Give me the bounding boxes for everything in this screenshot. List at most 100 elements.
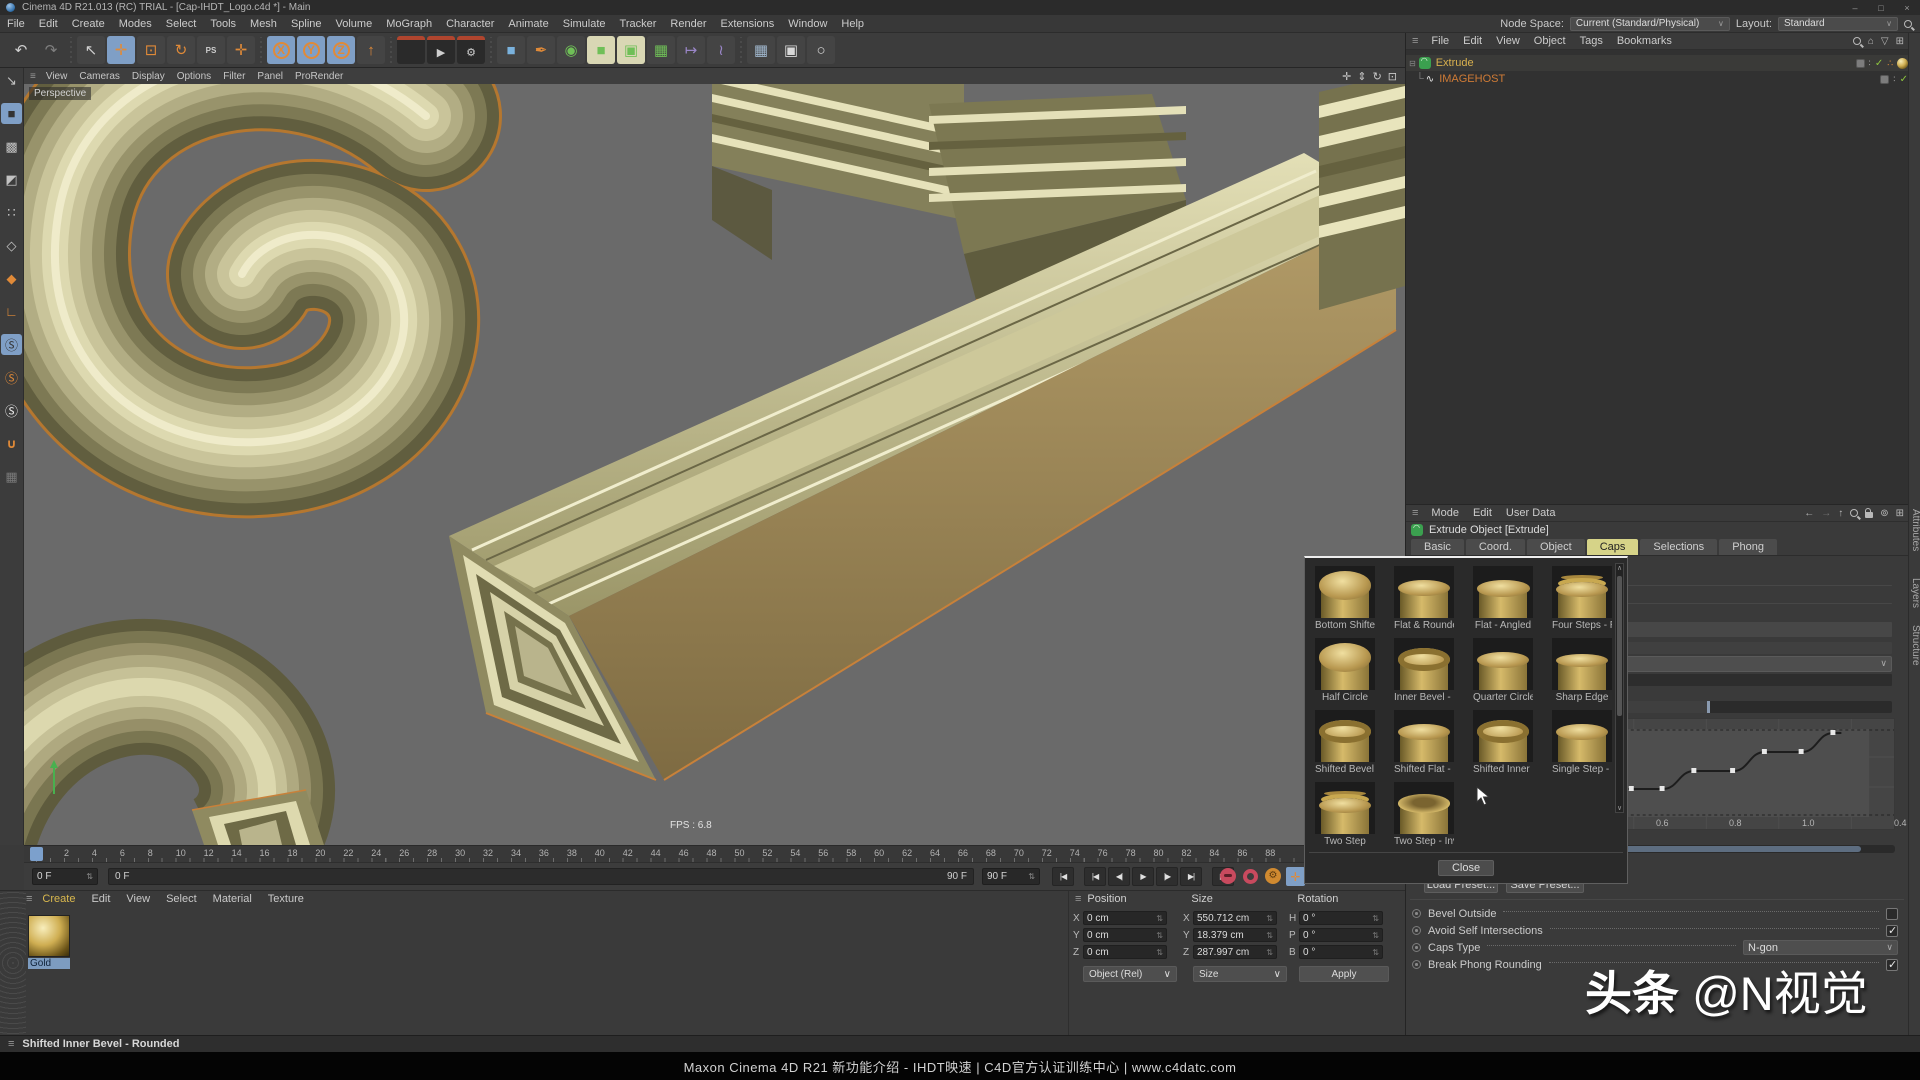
- spinner-arrows-icon[interactable]: ⇅: [1266, 948, 1273, 957]
- preset-tile[interactable]: Four Steps - R...: [1552, 566, 1612, 631]
- snap-dynamic-tool[interactable]: Ⓢ: [1, 400, 22, 421]
- spline-pen-button[interactable]: ✒: [527, 36, 555, 64]
- preset-thumbnail[interactable]: [1473, 566, 1533, 618]
- rotation-input[interactable]: 0 °⇅: [1299, 928, 1383, 942]
- edges-mode-tool[interactable]: ◇: [1, 235, 22, 256]
- object-name[interactable]: IMAGEHOST: [1439, 73, 1505, 85]
- parameter-checkbox[interactable]: [1886, 908, 1898, 920]
- live-selection-tool[interactable]: ↖: [77, 36, 105, 64]
- expand-icon[interactable]: ⊟: [1406, 59, 1419, 68]
- subdivision-surface-button[interactable]: ◉: [557, 36, 585, 64]
- viewport-menu-item[interactable]: Cameras: [73, 71, 126, 82]
- play-button[interactable]: ▶: [1132, 867, 1154, 886]
- enable-dots[interactable]: ∶: [1893, 74, 1895, 85]
- menu-item[interactable]: Edit: [32, 18, 65, 30]
- viewport-menu-item[interactable]: View: [40, 71, 74, 82]
- preset-thumbnail[interactable]: [1315, 638, 1375, 690]
- attribute-manager-menu-item[interactable]: User Data: [1499, 507, 1563, 519]
- menu-item[interactable]: Select: [159, 18, 204, 30]
- back-icon[interactable]: ←: [1804, 508, 1814, 519]
- target-icon[interactable]: ⊚: [1880, 508, 1888, 519]
- spinner-arrows-icon[interactable]: ⇅: [1372, 914, 1379, 923]
- next-frame-button[interactable]: |▶: [1156, 867, 1178, 886]
- paint-tool[interactable]: ▦: [1, 466, 22, 487]
- end-frame-spinner[interactable]: 90 F⇅: [982, 868, 1040, 885]
- preset-tile[interactable]: Sharp Edge: [1552, 638, 1612, 703]
- preset-thumbnail[interactable]: [1315, 566, 1375, 618]
- position-input[interactable]: 0 cm⇅: [1083, 911, 1167, 925]
- viewport-menu-item[interactable]: Filter: [217, 71, 251, 82]
- snap-3d-tool[interactable]: Ⓢ: [1, 367, 22, 388]
- axis-mode-tool[interactable]: ∟: [1, 301, 22, 322]
- viewport-menu-item[interactable]: ProRender: [289, 71, 349, 82]
- rotate-tool[interactable]: ↻: [167, 36, 195, 64]
- caps-type-dropdown[interactable]: N-gon∨: [1743, 940, 1898, 955]
- menu-item[interactable]: Mesh: [243, 18, 284, 30]
- object-name[interactable]: Extrude: [1436, 57, 1474, 69]
- object-manager-menu-item[interactable]: Bookmarks: [1610, 35, 1679, 47]
- model-mode-tool[interactable]: ■: [1, 103, 22, 124]
- position-mode-dropdown[interactable]: Object (Rel)∨: [1083, 966, 1177, 982]
- vp-maximize-icon[interactable]: ⊡: [1388, 70, 1397, 83]
- material-menu-item[interactable]: Texture: [260, 893, 312, 905]
- hamburger-icon[interactable]: ≡: [0, 1038, 22, 1050]
- preset-thumbnail[interactable]: [1473, 638, 1533, 690]
- position-input[interactable]: 0 cm⇅: [1083, 945, 1167, 959]
- spinner-arrows-icon[interactable]: ⇅: [1156, 948, 1163, 957]
- menu-item[interactable]: Help: [834, 18, 871, 30]
- material-menu-item[interactable]: View: [118, 893, 158, 905]
- goto-start-button[interactable]: |◀: [1052, 867, 1074, 886]
- preset-tile[interactable]: Bottom Shifte...: [1315, 566, 1375, 631]
- object-manager-menu-item[interactable]: Object: [1527, 35, 1573, 47]
- layout-dropdown[interactable]: Standard∨: [1778, 17, 1898, 31]
- spinner-arrows-icon[interactable]: ⇅: [1372, 948, 1379, 957]
- object-manager-menu-item[interactable]: Tags: [1573, 35, 1610, 47]
- rotation-input[interactable]: 0 °⇅: [1299, 911, 1383, 925]
- search-icon[interactable]: [1904, 20, 1912, 28]
- tab-structure[interactable]: Structure: [1910, 625, 1920, 666]
- scale-tool[interactable]: ⊡: [137, 36, 165, 64]
- preset-tile[interactable]: Quarter Circle ...: [1473, 638, 1533, 703]
- render-picture-viewer-button[interactable]: ▶: [427, 36, 455, 64]
- preset-tile[interactable]: Flat - Angled: [1473, 566, 1533, 631]
- keyframe-settings-button[interactable]: ⚙: [1265, 868, 1281, 884]
- size-input[interactable]: 550.712 cm⇅: [1193, 911, 1277, 925]
- toolbar-separator[interactable]: [486, 37, 496, 63]
- toolbar-separator[interactable]: [736, 37, 746, 63]
- toolbar-separator[interactable]: [66, 37, 76, 63]
- enable-snap-tool[interactable]: Ⓢ: [1, 334, 22, 355]
- animation-dot-icon[interactable]: [1412, 909, 1421, 918]
- undo-icon[interactable]: ↶: [7, 36, 35, 64]
- menu-item[interactable]: Spline: [284, 18, 329, 30]
- preset-tile[interactable]: Two Step - Inv...: [1394, 782, 1454, 847]
- preset-tile[interactable]: Shifted Flat - ...: [1394, 710, 1454, 775]
- add-primitive-cube-button[interactable]: ■: [497, 36, 525, 64]
- preset-thumbnail[interactable]: [1394, 782, 1454, 834]
- material-menu-item[interactable]: Edit: [83, 893, 118, 905]
- toolbar-separator[interactable]: [386, 37, 396, 63]
- filter-icon[interactable]: ▽: [1881, 36, 1889, 47]
- hamburger-icon[interactable]: ≡: [24, 71, 40, 82]
- render-view-button[interactable]: [397, 36, 425, 64]
- preset-thumbnail[interactable]: [1315, 710, 1375, 762]
- rotation-input[interactable]: 0 °⇅: [1299, 945, 1383, 959]
- workplane-mode-tool[interactable]: ◩: [1, 169, 22, 190]
- menu-item[interactable]: Extensions: [713, 18, 781, 30]
- search-icon[interactable]: [1853, 37, 1861, 45]
- current-frame-spinner[interactable]: 0 F⇅: [32, 868, 98, 885]
- size-mode-dropdown[interactable]: Size∨: [1193, 966, 1287, 982]
- scroll-down-icon[interactable]: ∨: [1617, 804, 1622, 812]
- preset-tile[interactable]: Inner Bevel - ...: [1394, 638, 1454, 703]
- popup-scrollbar[interactable]: ∧∨: [1615, 563, 1624, 813]
- vp-pan-icon[interactable]: ✛: [1342, 70, 1351, 83]
- camera-label[interactable]: Perspective: [29, 87, 91, 100]
- vp-rotate-icon[interactable]: ↻: [1373, 70, 1382, 83]
- tab-layers[interactable]: Layers: [1910, 578, 1920, 608]
- autokey-button[interactable]: [1243, 869, 1258, 884]
- material-menu-item[interactable]: Select: [158, 893, 205, 905]
- viewport-canvas[interactable]: [24, 68, 1405, 845]
- menu-item[interactable]: Create: [65, 18, 112, 30]
- enabled-check-icon[interactable]: ✓: [1900, 74, 1908, 85]
- polygons-mode-tool[interactable]: ◆: [1, 268, 22, 289]
- preset-tile[interactable]: Half Circle: [1315, 638, 1375, 703]
